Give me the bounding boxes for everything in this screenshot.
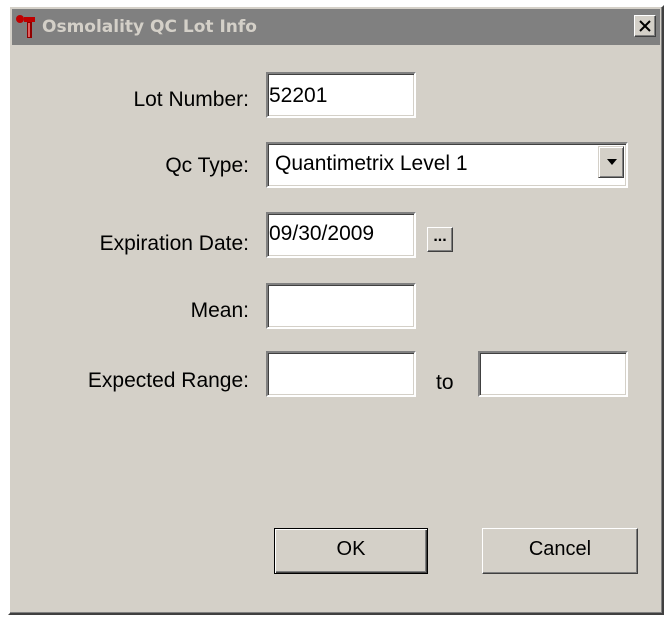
qc-type-dropdown-button[interactable] <box>598 146 624 178</box>
close-icon <box>639 20 651 32</box>
mean-field[interactable] <box>266 283 416 329</box>
expected-range-from-field[interactable] <box>266 351 416 397</box>
expected-range-to-field[interactable] <box>478 351 628 397</box>
ok-button[interactable]: OK <box>274 528 428 574</box>
lot-number-field[interactable]: 52201 <box>266 72 416 118</box>
close-button[interactable] <box>634 15 656 37</box>
chevron-down-icon <box>607 159 617 165</box>
expiration-date-field[interactable]: 09/30/2009 <box>266 212 416 258</box>
qc-lot-info-dialog: Osmolality QC Lot Info Lot Number: 52201… <box>8 5 664 615</box>
qc-type-select[interactable]: Quantimetrix Level 1 <box>266 142 628 188</box>
mean-label: Mean: <box>190 299 249 322</box>
window-title: Osmolality QC Lot Info <box>42 17 257 37</box>
cancel-button[interactable]: Cancel <box>482 528 638 574</box>
qc-type-value: Quantimetrix Level 1 <box>275 152 468 175</box>
range-separator-label: to <box>436 371 454 394</box>
expected-range-label: Expected Range: <box>87 369 249 392</box>
app-icon <box>15 14 39 40</box>
date-picker-button[interactable]: ... <box>427 227 453 252</box>
title-bar[interactable]: Osmolality QC Lot Info <box>12 9 660 45</box>
lot-number-label: Lot Number: <box>133 88 249 111</box>
expiration-date-label: Expiration Date: <box>99 232 249 255</box>
qc-type-label: Qc Type: <box>165 154 249 177</box>
